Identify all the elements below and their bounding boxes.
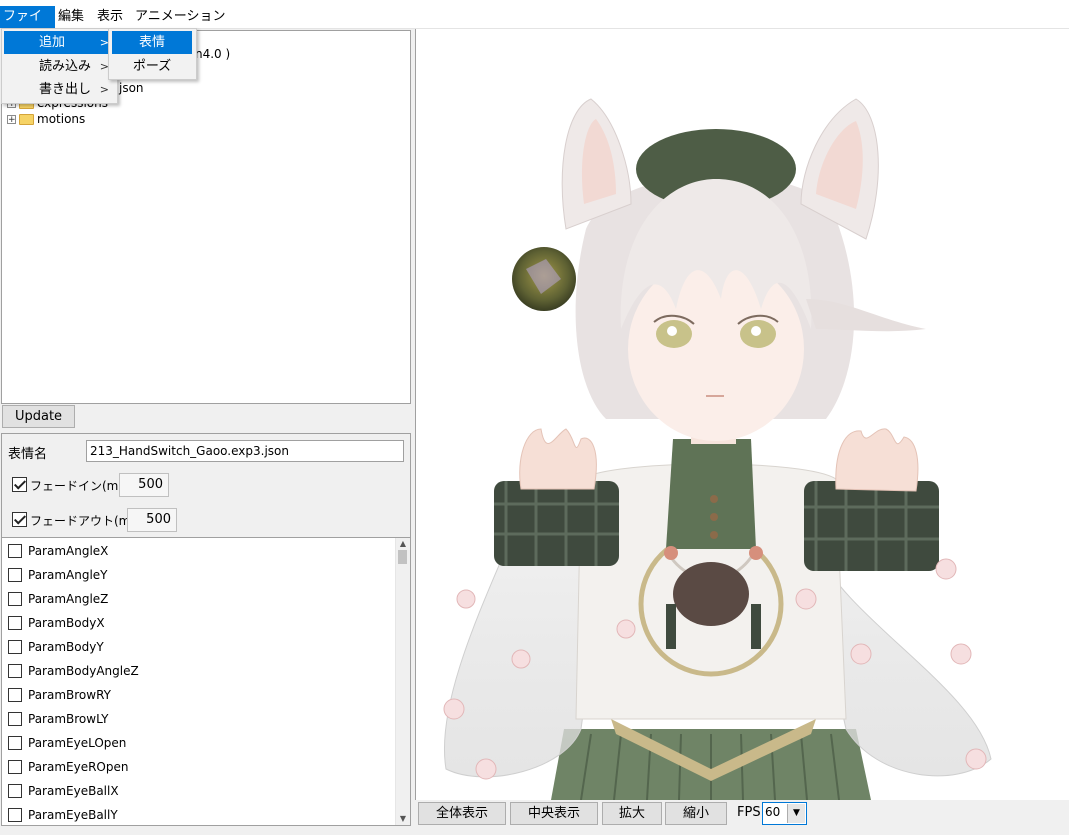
character-model-image xyxy=(443,98,992,800)
param-label: ParamBodyAngleZ xyxy=(28,664,139,678)
submenu-item-pose[interactable]: ポーズ xyxy=(112,55,192,78)
param-label: ParamEyeBallX xyxy=(28,784,119,798)
update-button[interactable]: Update xyxy=(2,405,75,428)
menu-item-load[interactable]: 読み込み > xyxy=(4,55,114,78)
fps-select[interactable]: 60 ▼ xyxy=(762,802,807,825)
fps-value: 60 xyxy=(765,805,781,819)
param-label: ParamEyeLOpen xyxy=(28,736,127,750)
expand-plus-icon[interactable]: + xyxy=(7,114,16,124)
show-all-button[interactable]: 全体表示 xyxy=(418,802,506,825)
param-checkbox[interactable] xyxy=(8,760,22,774)
param-label: ParamBodyY xyxy=(28,640,104,654)
param-checkbox[interactable] xyxy=(8,688,22,702)
param-row[interactable]: ParamAngleY xyxy=(8,566,108,584)
param-checkbox[interactable] xyxy=(8,712,22,726)
tree-item-motions[interactable]: + motions xyxy=(7,111,85,127)
param-row[interactable]: ParamEyeBallY xyxy=(8,806,118,824)
scroll-down-arrow-icon[interactable]: ▼ xyxy=(396,813,410,825)
param-row[interactable]: ParamBodyAngleZ xyxy=(8,662,139,680)
tree-item-label: motions xyxy=(37,112,86,126)
param-checkbox[interactable] xyxy=(8,568,22,582)
param-label: ParamBrowRY xyxy=(28,688,111,702)
param-checkbox[interactable] xyxy=(8,808,22,822)
menu-item-export[interactable]: 書き出し > xyxy=(4,78,114,101)
folder-icon xyxy=(19,113,34,125)
param-label: ParamAngleZ xyxy=(28,592,109,606)
fade-in-label: フェードイン(ms) xyxy=(30,479,130,493)
zoom-out-button[interactable]: 縮小 xyxy=(665,802,727,825)
fade-in-field[interactable]: 500 xyxy=(119,473,169,497)
file-dropdown-menu: 追加 > 読み込み > 書き出し > xyxy=(1,28,118,104)
zoom-in-button[interactable]: 拡大 xyxy=(602,802,662,825)
menu-file[interactable]: ファイル xyxy=(0,6,55,46)
fps-label: FPS xyxy=(737,805,761,820)
param-checkbox[interactable] xyxy=(8,664,22,678)
param-row[interactable]: ParamBrowRY xyxy=(8,686,111,704)
param-checkbox[interactable] xyxy=(8,640,22,654)
param-label: ParamBodyX xyxy=(28,616,105,630)
param-row[interactable]: ParamEyeLOpen xyxy=(8,734,126,752)
fade-out-field[interactable]: 500 xyxy=(127,508,177,532)
tree-fragment-json: json xyxy=(119,81,144,95)
center-view-button[interactable]: 中央表示 xyxy=(510,802,598,825)
menu-item-label: 追加 xyxy=(39,35,66,50)
param-row[interactable]: ParamEyeBallX xyxy=(8,782,119,800)
add-submenu: 表情 ポーズ xyxy=(108,28,197,80)
chevron-down-icon[interactable]: ▼ xyxy=(787,804,805,823)
expression-name-field[interactable]: 213_HandSwitch_Gaoo.exp3.json xyxy=(86,440,404,462)
param-row[interactable]: ParamBodyY xyxy=(8,638,104,656)
scrollbar-thumb[interactable] xyxy=(398,550,407,564)
menu-item-add[interactable]: 追加 > xyxy=(4,31,114,54)
param-label: ParamAngleY xyxy=(28,568,108,582)
param-checkbox[interactable] xyxy=(8,736,22,750)
param-label: ParamEyeROpen xyxy=(28,760,129,774)
menu-edit[interactable]: 編集 xyxy=(55,6,87,28)
param-checkbox[interactable] xyxy=(8,592,22,606)
param-label: ParamEyeBallY xyxy=(28,808,118,822)
param-row[interactable]: ParamBodyX xyxy=(8,614,105,632)
param-checkbox[interactable] xyxy=(8,784,22,798)
submenu-arrow-icon: > xyxy=(99,83,109,96)
menu-item-label: 読み込み xyxy=(39,59,92,74)
param-row[interactable]: ParamAngleX xyxy=(8,542,108,560)
param-checkbox[interactable] xyxy=(8,544,22,558)
param-scrollbar[interactable]: ▲ ▼ xyxy=(395,538,410,825)
tree-fragment-version: n4.0 ) xyxy=(195,47,231,61)
menu-item-label: 書き出し xyxy=(39,82,92,97)
param-label: ParamBrowLY xyxy=(28,712,109,726)
expression-properties-panel: 表情名 213_HandSwitch_Gaoo.exp3.json フェードイン… xyxy=(1,433,411,538)
parameter-list[interactable]: ▲ ▼ ParamAngleX ParamAngleY ParamAngleZ Par… xyxy=(1,537,411,826)
model-viewer[interactable] xyxy=(415,29,1069,800)
param-row[interactable]: ParamBrowLY xyxy=(8,710,109,728)
fade-in-checkbox[interactable] xyxy=(12,477,27,492)
param-label: ParamAngleX xyxy=(28,544,109,558)
submenu-item-expression[interactable]: 表情 xyxy=(112,31,192,54)
param-row[interactable]: ParamAngleZ xyxy=(8,590,108,608)
fade-out-label: フェードアウト(ms) xyxy=(30,514,142,528)
fade-out-checkbox[interactable] xyxy=(12,512,27,527)
menu-bar: ファイル 編集 表示 アニメーション xyxy=(0,0,1069,46)
param-row[interactable]: ParamEyeROpen xyxy=(8,758,128,776)
param-checkbox[interactable] xyxy=(8,616,22,630)
scroll-up-arrow-icon[interactable]: ▲ xyxy=(396,538,410,550)
expression-name-label: 表情名 xyxy=(8,447,48,462)
menu-view[interactable]: 表示 xyxy=(94,6,126,28)
menu-animation[interactable]: アニメーション xyxy=(132,6,228,28)
